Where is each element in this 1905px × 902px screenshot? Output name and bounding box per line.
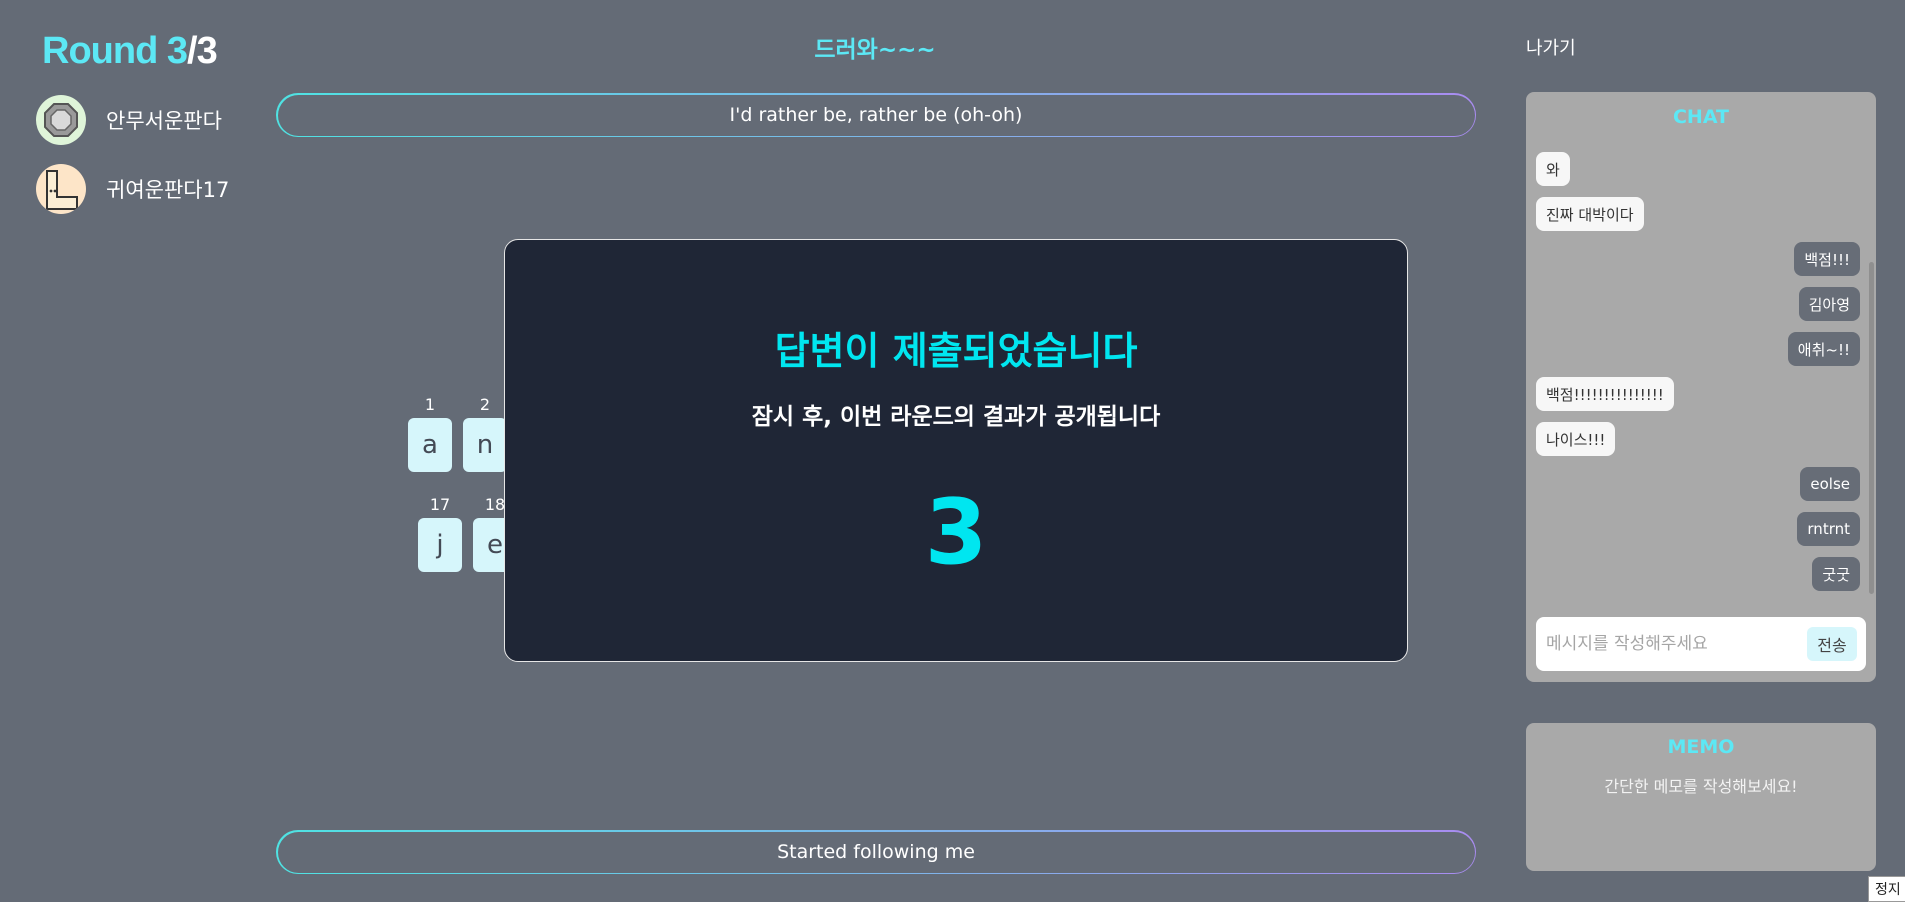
- player-name: 안무서운판다: [106, 109, 222, 133]
- memo-title: MEMO: [1667, 736, 1735, 758]
- avatar: [36, 164, 86, 214]
- chat-message: 진짜 대박이다: [1536, 197, 1644, 231]
- avatar: [36, 95, 86, 145]
- player-item: 귀여운판다17: [36, 164, 229, 214]
- round-current: 3: [166, 30, 188, 72]
- chat-message: 굿굿: [1812, 557, 1860, 591]
- chat-message: rntrnt: [1797, 512, 1860, 546]
- l-block-panda-icon: [46, 170, 78, 210]
- chat-message-list[interactable]: 와 진짜 대박이다 백점!!! 김아영 애취~!! 백점!!!!!!!!!!!!…: [1526, 140, 1876, 610]
- tile-number: 17: [429, 495, 451, 514]
- player-name: 귀여운판다17: [106, 178, 230, 202]
- chat-message: 백점!!!!!!!!!!!!!!!: [1536, 377, 1674, 411]
- stop-button[interactable]: 정지: [1868, 876, 1905, 902]
- chat-scrollbar[interactable]: [1869, 262, 1874, 594]
- memo-panel: MEMO 간단한 메모를 작성해보세요!: [1526, 723, 1876, 871]
- round-separator: /: [187, 30, 198, 72]
- letter-tile[interactable]: n: [463, 418, 507, 472]
- chat-message: 김아영: [1798, 287, 1860, 321]
- tile-number: 2: [479, 395, 491, 414]
- letter-tile[interactable]: a: [408, 418, 452, 472]
- chat-message-input[interactable]: [1546, 627, 1796, 661]
- countdown-number: 3: [924, 480, 988, 585]
- exit-button[interactable]: 나가기: [1526, 34, 1576, 60]
- player-item: 안무서운판다: [36, 95, 222, 145]
- chat-message: 애취~!!: [1787, 332, 1860, 366]
- chat-message: 와: [1536, 152, 1570, 186]
- topic-title: 드러와~~~: [814, 37, 936, 63]
- modal-title: 답변이 제출되었습니다: [774, 329, 1138, 373]
- chat-panel: CHAT 와 진짜 대박이다 백점!!! 김아영 애취~!! 백점!!!!!!!…: [1526, 92, 1876, 682]
- chat-message: eolse: [1800, 467, 1860, 501]
- memo-input[interactable]: 간단한 메모를 작성해보세요!: [1526, 773, 1876, 797]
- chat-message: 나이스!!!: [1536, 422, 1616, 456]
- chat-title: CHAT: [1672, 106, 1730, 128]
- lyric-text: Started following me: [277, 831, 1475, 873]
- letter-tile[interactable]: j: [418, 518, 462, 572]
- send-button[interactable]: 전송: [1807, 627, 1857, 661]
- lyric-hint-bottom: Started following me: [276, 830, 1476, 874]
- modal-subtitle: 잠시 후, 이번 라운드의 결과가 공개됩니다: [751, 404, 1161, 430]
- submission-modal: 답변이 제출되었습니다 잠시 후, 이번 라운드의 결과가 공개됩니다 3: [504, 239, 1408, 662]
- round-label: Round: [42, 30, 158, 72]
- tile-number: 1: [424, 395, 436, 414]
- lyric-hint-top: I'd rather be, rather be (oh-oh): [276, 93, 1476, 137]
- lyric-text: I'd rather be, rather be (oh-oh): [277, 94, 1475, 136]
- octagon-panda-icon: [44, 103, 78, 137]
- chat-message: 백점!!!: [1794, 242, 1860, 276]
- round-indicator: Round 3/3: [42, 30, 218, 73]
- round-total: 3: [196, 30, 218, 72]
- chat-input-box: 전송: [1536, 617, 1866, 671]
